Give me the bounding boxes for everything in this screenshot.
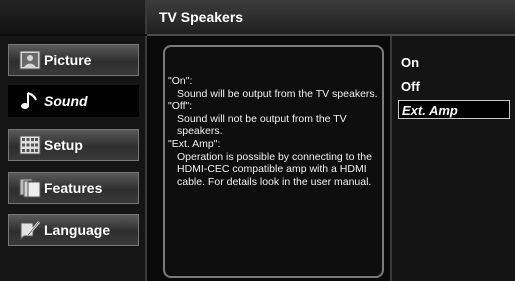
menu-item-language[interactable]: Language bbox=[8, 214, 139, 246]
menu-label: Sound bbox=[44, 93, 88, 109]
help-off-heading: "Off": bbox=[168, 100, 193, 113]
menu-item-sound[interactable]: Sound bbox=[8, 85, 139, 117]
help-ext-amp-description: Operation is possible by connecting to t… bbox=[177, 150, 372, 188]
menu-header: TV Speakers bbox=[147, 0, 515, 36]
menu-label: Setup bbox=[44, 137, 83, 153]
option-off[interactable]: Off bbox=[398, 77, 510, 96]
help-box: "On": Sound will be output from the TV s… bbox=[163, 45, 384, 278]
menu-item-features[interactable]: Features bbox=[8, 172, 139, 204]
tv-menu-screen: TV Speakers Picture Sound Setup Features… bbox=[0, 0, 515, 281]
menu-label: Features bbox=[44, 180, 103, 196]
menu-item-picture[interactable]: Picture bbox=[8, 44, 139, 76]
options-list: On Off Ext. Amp bbox=[390, 36, 515, 281]
help-panel: "On": Sound will be output from the TV s… bbox=[147, 36, 390, 281]
menu-label: Picture bbox=[44, 52, 92, 68]
page-title: TV Speakers bbox=[159, 9, 244, 25]
help-ext-amp-heading: "Ext. Amp": bbox=[168, 137, 221, 150]
main-menu: Picture Sound Setup Features Language bbox=[0, 36, 147, 281]
features-icon bbox=[19, 178, 41, 198]
option-on[interactable]: On bbox=[398, 53, 510, 72]
language-icon bbox=[20, 221, 40, 240]
music-note-icon bbox=[21, 92, 37, 109]
header-corner bbox=[0, 0, 147, 34]
help-off-description: Sound will not be output from the TV spe… bbox=[177, 112, 347, 138]
help-on-description: Sound will be output from the TV speaker… bbox=[177, 87, 378, 100]
help-on-heading: "On": bbox=[168, 75, 193, 87]
picture-icon bbox=[19, 50, 41, 70]
menu-item-setup[interactable]: Setup bbox=[8, 129, 139, 161]
option-ext-amp[interactable]: Ext. Amp bbox=[398, 100, 510, 119]
grid-icon bbox=[19, 135, 41, 155]
help-text: "On": Sound will be output from the TV s… bbox=[168, 75, 380, 188]
menu-label: Language bbox=[44, 222, 111, 238]
